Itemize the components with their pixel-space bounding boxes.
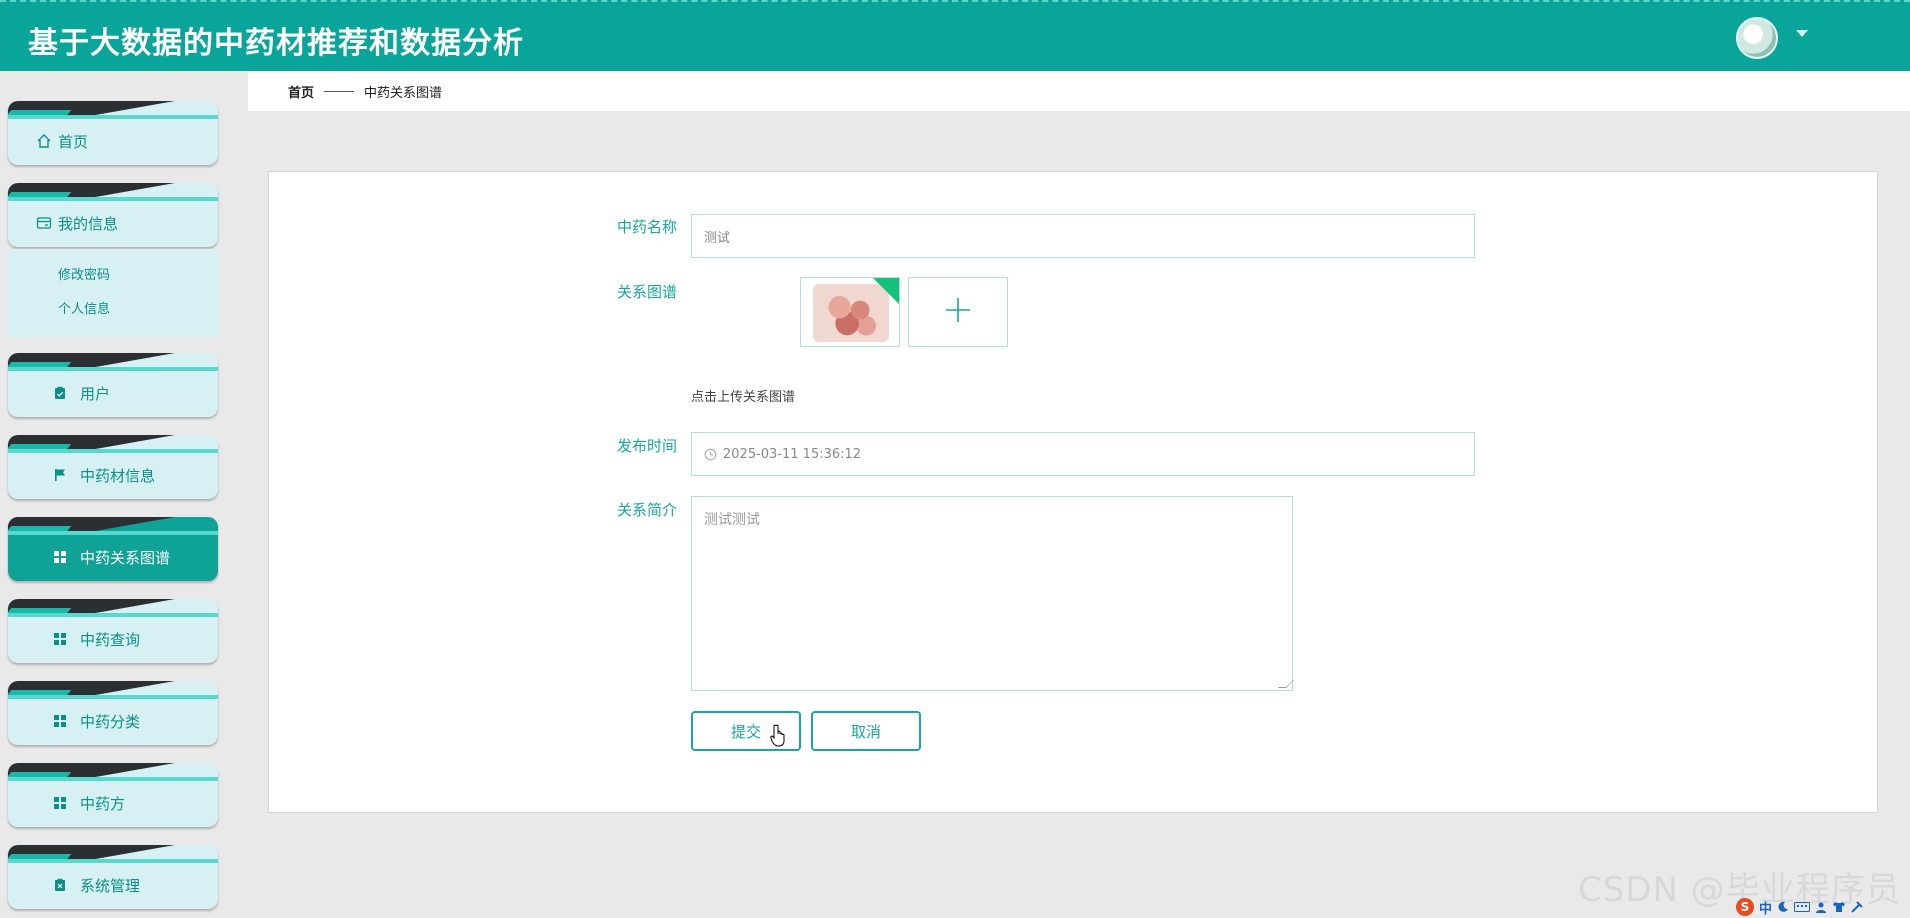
my-info-submenu: 修改密码 个人信息: [8, 249, 218, 337]
grid-icon: [52, 631, 68, 647]
app-title: 基于大数据的中药材推荐和数据分析: [28, 26, 524, 61]
intro-textarea[interactable]: 测试测试: [691, 496, 1294, 691]
keyboard-icon[interactable]: [1794, 898, 1811, 917]
publish-time-label: 发布时间: [617, 437, 678, 455]
sidebar-item-herb-search[interactable]: 中药查询: [8, 599, 218, 663]
grid-icon: [52, 713, 68, 729]
sidebar-item-label: 首页: [58, 132, 89, 151]
home-icon: [36, 133, 52, 149]
system-tray: S 中: [1736, 896, 1910, 918]
sidebar-item-label: 中药关系图谱: [80, 548, 171, 567]
breadcrumb-current: 中药关系图谱: [364, 86, 443, 101]
sidebar-item-prescription[interactable]: 中药方: [8, 763, 218, 827]
sidebar-item-my-info[interactable]: 我的信息: [8, 183, 218, 247]
sidebar-item-herb-graph[interactable]: 中药关系图谱: [8, 517, 218, 581]
cancel-button[interactable]: 取消: [811, 711, 921, 751]
sidebar-item-label: 中药材信息: [80, 466, 156, 485]
clock-icon: [704, 448, 717, 461]
sidebar-item-home[interactable]: 首页: [8, 101, 218, 165]
sidebar-item-label: 中药分类: [80, 712, 141, 731]
moon-icon[interactable]: [1777, 898, 1789, 917]
sidebar: 首页 我的信息 修改密码 个人信息 用户 中药材信息 中药关系图谱 中药查询 中…: [0, 71, 228, 918]
clipboard-x-icon: [52, 877, 68, 893]
publish-time-input[interactable]: 2025-03-11 15:36:12: [691, 432, 1475, 476]
plus-icon: [944, 296, 972, 328]
caret-down-icon[interactable]: [1796, 30, 1808, 37]
sidebar-item-label: 我的信息: [58, 214, 119, 233]
uploaded-graph-thumbnail[interactable]: [800, 277, 900, 347]
graph-label: 关系图谱: [617, 283, 678, 301]
user-tray-icon[interactable]: [1815, 898, 1827, 917]
publish-time-value: 2025-03-11 15:36:12: [723, 446, 862, 462]
ime-chinese-icon[interactable]: 中: [1759, 898, 1772, 917]
clipboard-icon: [52, 385, 68, 401]
herb-name-label: 中药名称: [617, 218, 678, 236]
submenu-change-password[interactable]: 修改密码: [8, 259, 218, 293]
hand-cursor-icon: [770, 724, 788, 752]
sidebar-item-label: 用户: [80, 384, 111, 403]
app-header: 基于大数据的中药材推荐和数据分析: [0, 0, 1910, 71]
grid-icon: [52, 795, 68, 811]
sidebar-item-herb-info[interactable]: 中药材信息: [8, 435, 218, 499]
ime-logo-icon[interactable]: S: [1736, 898, 1754, 916]
user-avatar[interactable]: [1736, 17, 1778, 59]
sidebar-item-users[interactable]: 用户: [8, 353, 218, 417]
upload-success-badge: [873, 278, 899, 304]
flag-icon: [52, 467, 68, 483]
herb-name-value: 测试: [704, 230, 731, 246]
resize-handle[interactable]: [1278, 680, 1294, 688]
submenu-personal-info[interactable]: 个人信息: [8, 293, 218, 327]
sidebar-item-label: 系统管理: [80, 876, 141, 895]
breadcrumb: 首页 中药关系图谱: [288, 82, 442, 101]
intro-label: 关系简介: [617, 501, 678, 519]
sidebar-item-label: 中药查询: [80, 630, 141, 649]
sidebar-item-herb-category[interactable]: 中药分类: [8, 681, 218, 745]
form-panel: 中药名称 测试 关系图谱 点击上传关系图谱 发布时间 2025-03-11 15…: [268, 171, 1878, 813]
upload-hint: 点击上传关系图谱: [691, 390, 796, 405]
herb-name-input[interactable]: 测试: [691, 214, 1475, 258]
breadcrumb-separator: [324, 91, 355, 92]
upload-button[interactable]: [908, 277, 1008, 347]
card-icon: [36, 215, 52, 231]
grid-icon: [52, 549, 68, 565]
sidebar-item-label: 中药方: [80, 794, 126, 813]
breadcrumb-home[interactable]: 首页: [288, 82, 314, 101]
intro-value: 测试测试: [704, 512, 760, 528]
tools-icon[interactable]: [1851, 898, 1863, 917]
sidebar-item-system[interactable]: 系统管理: [8, 845, 218, 909]
shirt-icon[interactable]: [1832, 898, 1846, 917]
breadcrumb-bar: 首页 中药关系图谱: [248, 71, 1910, 111]
